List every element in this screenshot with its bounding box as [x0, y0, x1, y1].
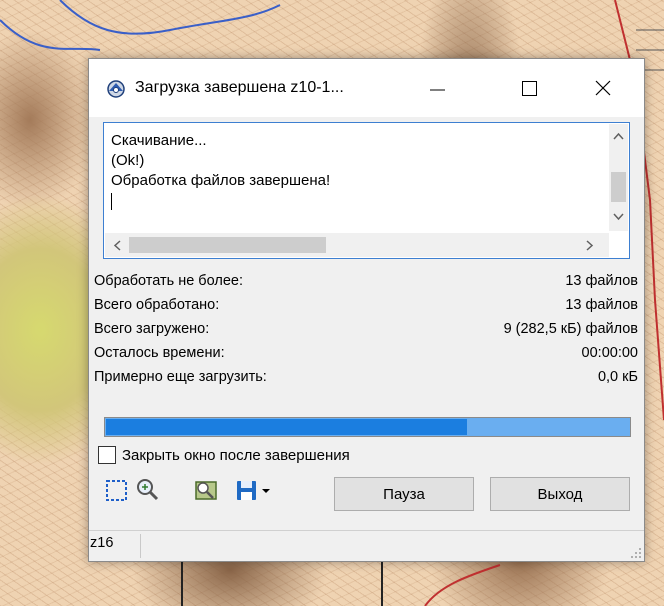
- log-textarea[interactable]: Скачивание... (Ok!) Обработка файлов зав…: [103, 122, 630, 259]
- vertical-scrollbar[interactable]: [609, 124, 628, 231]
- stat-label: Всего обработано:: [94, 297, 220, 313]
- stat-label: Всего загружено:: [94, 321, 210, 337]
- stat-value: 9 (282,5 кБ) файлов: [503, 321, 638, 337]
- save-dropdown-button[interactable]: [259, 477, 273, 503]
- stat-row: Осталось времени: 00:00:00: [89, 343, 644, 367]
- horizontal-scroll-thumb[interactable]: [129, 237, 326, 253]
- map-layers-button[interactable]: [193, 477, 219, 503]
- status-separator: [140, 534, 141, 558]
- zoom-icon: [137, 479, 159, 501]
- log-text: Скачивание... (Ok!) Обработка файлов зав…: [111, 131, 330, 210]
- close-button[interactable]: [580, 69, 626, 109]
- stat-label: Осталось времени:: [94, 345, 225, 361]
- map-layers-icon: [195, 481, 217, 500]
- resize-grip-icon[interactable]: [630, 547, 642, 559]
- minimize-button[interactable]: [414, 69, 460, 109]
- progress-fill: [106, 419, 467, 435]
- scroll-left-icon[interactable]: [113, 240, 121, 251]
- vertical-scroll-thumb[interactable]: [611, 172, 626, 202]
- close-icon: [595, 80, 611, 96]
- pause-button[interactable]: Пауза: [334, 477, 474, 511]
- log-line: (Ok!): [111, 152, 145, 169]
- log-line: Скачивание...: [111, 132, 207, 149]
- minimize-icon: [430, 89, 445, 91]
- stat-value: 0,0 кБ: [597, 369, 638, 385]
- close-after-finish-label: Закрыть окно после завершения: [122, 447, 350, 464]
- select-area-button[interactable]: [104, 477, 130, 503]
- zoom-level-status: z16: [90, 535, 114, 551]
- select-area-icon: [106, 480, 127, 501]
- stat-row: Примерно еще загрузить: 0,0 кБ: [89, 367, 644, 391]
- stat-row: Всего загружено: 9 (282,5 кБ) файлов: [89, 319, 644, 343]
- horizontal-scrollbar[interactable]: [105, 233, 609, 257]
- log-line: Обработка файлов завершена!: [111, 172, 331, 189]
- zoom-button[interactable]: [134, 477, 160, 503]
- maximize-button[interactable]: [506, 69, 552, 109]
- stat-label: Примерно еще загрузить:: [94, 369, 267, 385]
- stats-panel: Обработать не более: 13 файлов Всего обр…: [89, 271, 644, 391]
- scroll-down-icon[interactable]: [613, 213, 624, 221]
- stat-value: 13 файлов: [565, 273, 638, 289]
- stat-value: 00:00:00: [581, 345, 638, 361]
- text-caret: [111, 193, 112, 210]
- exit-button[interactable]: Выход: [490, 477, 630, 511]
- stat-label: Обработать не более:: [94, 273, 243, 289]
- save-icon: [237, 481, 256, 500]
- close-after-finish-checkbox[interactable]: [98, 446, 116, 464]
- scroll-right-icon[interactable]: [586, 240, 594, 251]
- satellite-app-icon: [107, 80, 125, 98]
- scroll-up-icon[interactable]: [613, 132, 624, 140]
- dropdown-arrow-icon: [262, 489, 270, 493]
- download-progress-bar: [104, 417, 631, 437]
- title-bar: Загрузка завершена z10-1...: [89, 59, 644, 117]
- stat-row: Обработать не более: 13 файлов: [89, 271, 644, 295]
- stat-row: Всего обработано: 13 файлов: [89, 295, 644, 319]
- stat-value: 13 файлов: [565, 297, 638, 313]
- status-bar: z16: [89, 530, 644, 561]
- download-dialog: Загрузка завершена z10-1... Скачивание..…: [88, 58, 645, 562]
- maximize-icon: [522, 81, 537, 96]
- save-button[interactable]: [234, 477, 260, 503]
- window-title: Загрузка завершена z10-1...: [135, 79, 344, 96]
